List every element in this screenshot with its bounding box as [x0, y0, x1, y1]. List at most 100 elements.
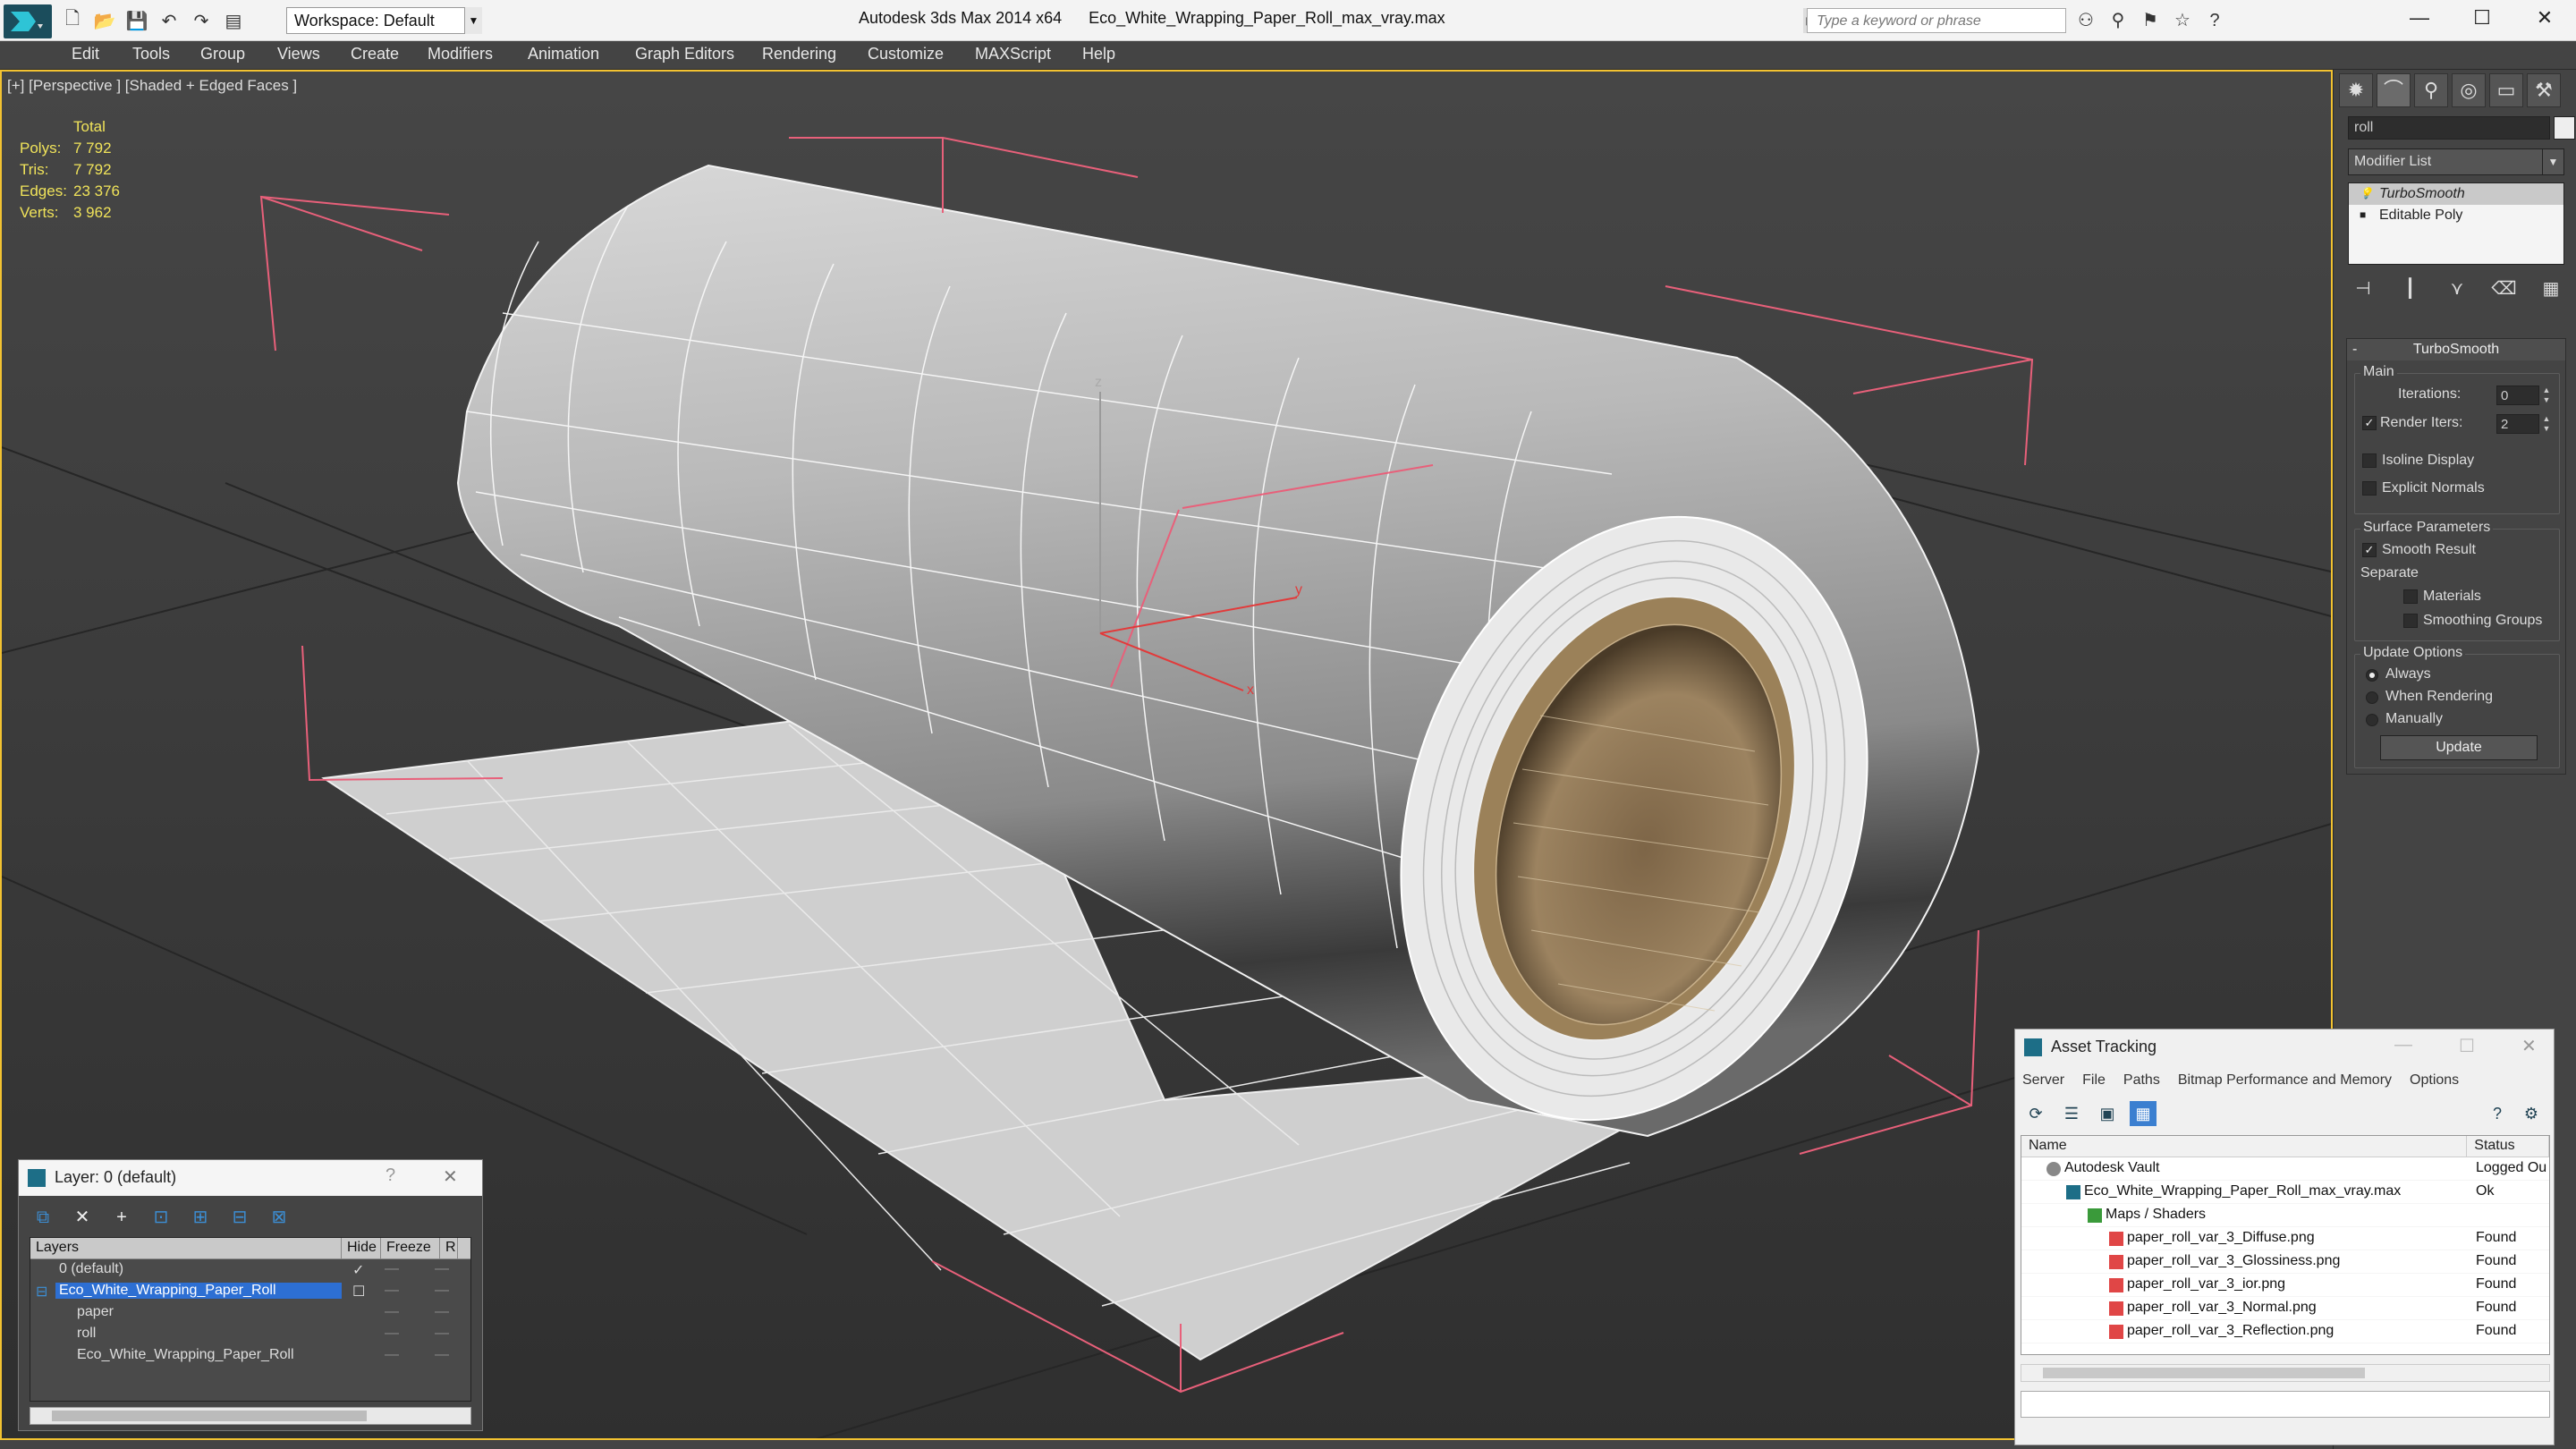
asset-window-titlebar[interactable]: Asset Tracking — ☐ ✕	[2015, 1030, 2554, 1065]
utilities-tab-icon[interactable]: ⚒	[2527, 73, 2561, 107]
menu-customize[interactable]: Customize	[868, 45, 944, 64]
lightbulb-icon[interactable]: 💡	[2360, 187, 2373, 199]
save-icon[interactable]: 💾	[123, 8, 150, 33]
layer-row-selected[interactable]: ⊟ Eco_White_Wrapping_Paper_Roll ☐ — —	[30, 1281, 470, 1302]
explicit-normals-checkbox[interactable]	[2362, 481, 2377, 496]
new-layer-icon[interactable]: ⧉	[30, 1205, 56, 1230]
motion-tab-icon[interactable]: ◎	[2452, 73, 2486, 107]
thumbnail-view-icon[interactable]: ▣	[2094, 1101, 2121, 1126]
open-file-icon[interactable]: 📂	[91, 8, 118, 33]
viewport-label[interactable]: [+] [Perspective ] [Shaded + Edged Faces…	[7, 77, 297, 95]
maximize-icon[interactable]: ☐	[2451, 0, 2513, 38]
layer-object-row[interactable]: Eco_White_Wrapping_Paper_Roll — —	[30, 1345, 470, 1367]
hide-toggle[interactable]: —	[385, 1261, 399, 1277]
hide-toggle[interactable]: —	[385, 1283, 399, 1299]
make-unique-icon[interactable]: ⋎	[2442, 275, 2472, 302]
close-icon[interactable]: ✕	[2513, 0, 2576, 38]
search-input[interactable]: Type a keyword or phrase	[1807, 8, 2066, 33]
menu-views[interactable]: Views	[277, 45, 320, 64]
rollout-header[interactable]: - TurboSmooth	[2347, 339, 2565, 360]
menu-bitmap-performance[interactable]: Bitmap Performance and Memory	[2178, 1072, 2392, 1089]
menu-options[interactable]: Options	[2410, 1072, 2459, 1089]
highlight-selected-icon[interactable]: ⊞	[187, 1205, 214, 1230]
help-icon[interactable]: ?	[2200, 8, 2229, 33]
update-button[interactable]: Update	[2380, 735, 2538, 760]
asset-row[interactable]: Maps / Shaders	[2021, 1204, 2549, 1227]
show-end-result-icon[interactable]: ┃	[2395, 275, 2426, 302]
app-logo-button[interactable]	[4, 4, 52, 38]
freeze-toggle[interactable]: —	[435, 1283, 449, 1299]
column-layers[interactable]: Layers	[30, 1238, 342, 1258]
favorites-star-icon[interactable]: ☆	[2168, 8, 2197, 33]
menu-group[interactable]: Group	[200, 45, 245, 64]
materials-checkbox[interactable]	[2403, 589, 2418, 604]
asset-row[interactable]: paper_roll_var_3_ior.png Found	[2021, 1274, 2549, 1297]
menu-edit[interactable]: Edit	[72, 45, 99, 64]
freeze-toggle[interactable]: —	[435, 1347, 449, 1363]
column-freeze[interactable]: Freeze	[381, 1238, 440, 1258]
horizontal-scrollbar[interactable]	[2021, 1364, 2550, 1382]
always-radio[interactable]	[2366, 669, 2378, 682]
column-hide[interactable]: Hide	[342, 1238, 381, 1258]
freeze-toggle[interactable]: —	[435, 1326, 449, 1342]
configure-modifier-sets-icon[interactable]: ▦	[2536, 275, 2566, 302]
close-icon[interactable]: ✕	[443, 1165, 458, 1188]
hide-toggle[interactable]: —	[385, 1304, 399, 1320]
menu-maxscript[interactable]: MAXScript	[975, 45, 1051, 64]
smooth-result-checkbox[interactable]: ✓	[2362, 543, 2377, 557]
hide-all-icon[interactable]: ⊟	[226, 1205, 253, 1230]
new-file-icon[interactable]: 🗋	[59, 8, 86, 33]
render-iters-checkbox[interactable]: ✓	[2362, 416, 2377, 430]
delete-layer-icon[interactable]: ✕	[69, 1205, 96, 1230]
object-name-input[interactable]: roll	[2348, 116, 2550, 140]
column-status[interactable]: Status	[2467, 1136, 2549, 1157]
when-rendering-radio[interactable]	[2366, 691, 2378, 704]
select-layer-objects-icon[interactable]: ⊡	[148, 1205, 174, 1230]
maximize-icon[interactable]: ☐	[2459, 1035, 2475, 1057]
menu-graph-editors[interactable]: Graph Editors	[635, 45, 734, 64]
manually-radio[interactable]	[2366, 714, 2378, 726]
asset-row[interactable]: paper_roll_var_3_Normal.png Found	[2021, 1297, 2549, 1320]
column-name[interactable]: Name	[2021, 1136, 2468, 1157]
hold-icon[interactable]: ▤	[220, 8, 247, 33]
add-to-layer-icon[interactable]: +	[108, 1205, 135, 1230]
layer-object-row[interactable]: paper — —	[30, 1302, 470, 1324]
horizontal-scrollbar[interactable]	[30, 1407, 471, 1425]
layer-row[interactable]: 0 (default) ✓ — —	[30, 1259, 470, 1281]
help-icon[interactable]: ?	[386, 1165, 395, 1186]
communication-icon[interactable]: ⚑	[2136, 8, 2165, 33]
undo-icon[interactable]: ↶	[156, 8, 182, 33]
menu-animation[interactable]: Animation	[528, 45, 599, 64]
list-view-icon[interactable]: ☰	[2058, 1101, 2085, 1126]
subscription-icon[interactable]: ⚲	[2104, 8, 2132, 33]
iterations-spinner[interactable]: 0	[2496, 386, 2539, 405]
menu-file[interactable]: File	[2082, 1072, 2106, 1089]
redo-icon[interactable]: ↷	[188, 8, 215, 33]
hierarchy-tab-icon[interactable]: ⚲	[2414, 73, 2448, 107]
close-icon[interactable]: ✕	[2521, 1035, 2537, 1057]
hide-toggle[interactable]: —	[385, 1347, 399, 1363]
stack-item-editable-poly[interactable]: ■ Editable Poly	[2349, 205, 2563, 226]
smoothing-groups-checkbox[interactable]	[2403, 614, 2418, 628]
asset-row[interactable]: paper_roll_var_3_Diffuse.png Found	[2021, 1227, 2549, 1250]
settings-icon[interactable]: ⚙	[2518, 1101, 2545, 1126]
menu-rendering[interactable]: Rendering	[762, 45, 836, 64]
workspace-select[interactable]: Workspace: Default ▼	[286, 7, 482, 34]
modifier-list-dropdown[interactable]: Modifier List ▼	[2348, 148, 2564, 175]
menu-modifiers[interactable]: Modifiers	[428, 45, 493, 64]
isoline-display-checkbox[interactable]	[2362, 453, 2377, 468]
asset-row[interactable]: paper_roll_var_3_Glossiness.png Found	[2021, 1250, 2549, 1274]
freeze-toggle[interactable]: —	[435, 1261, 449, 1277]
layer-object-row[interactable]: roll — —	[30, 1324, 470, 1345]
asset-row[interactable]: paper_roll_var_3_Reflection.png Found	[2021, 1320, 2549, 1343]
remove-modifier-icon[interactable]: ⌫	[2489, 275, 2520, 302]
binoculars-icon[interactable]: ⚇	[2072, 8, 2100, 33]
layer-active-box-icon[interactable]: ☐	[352, 1283, 365, 1301]
scrollbar-thumb[interactable]	[52, 1411, 367, 1421]
collapse-icon[interactable]: ⊟	[36, 1283, 47, 1301]
menu-create[interactable]: Create	[351, 45, 399, 64]
menu-server[interactable]: Server	[2022, 1072, 2064, 1089]
pin-stack-icon[interactable]: ⊣	[2348, 275, 2378, 302]
freeze-toggle[interactable]: —	[435, 1304, 449, 1320]
hide-toggle[interactable]: —	[385, 1326, 399, 1342]
